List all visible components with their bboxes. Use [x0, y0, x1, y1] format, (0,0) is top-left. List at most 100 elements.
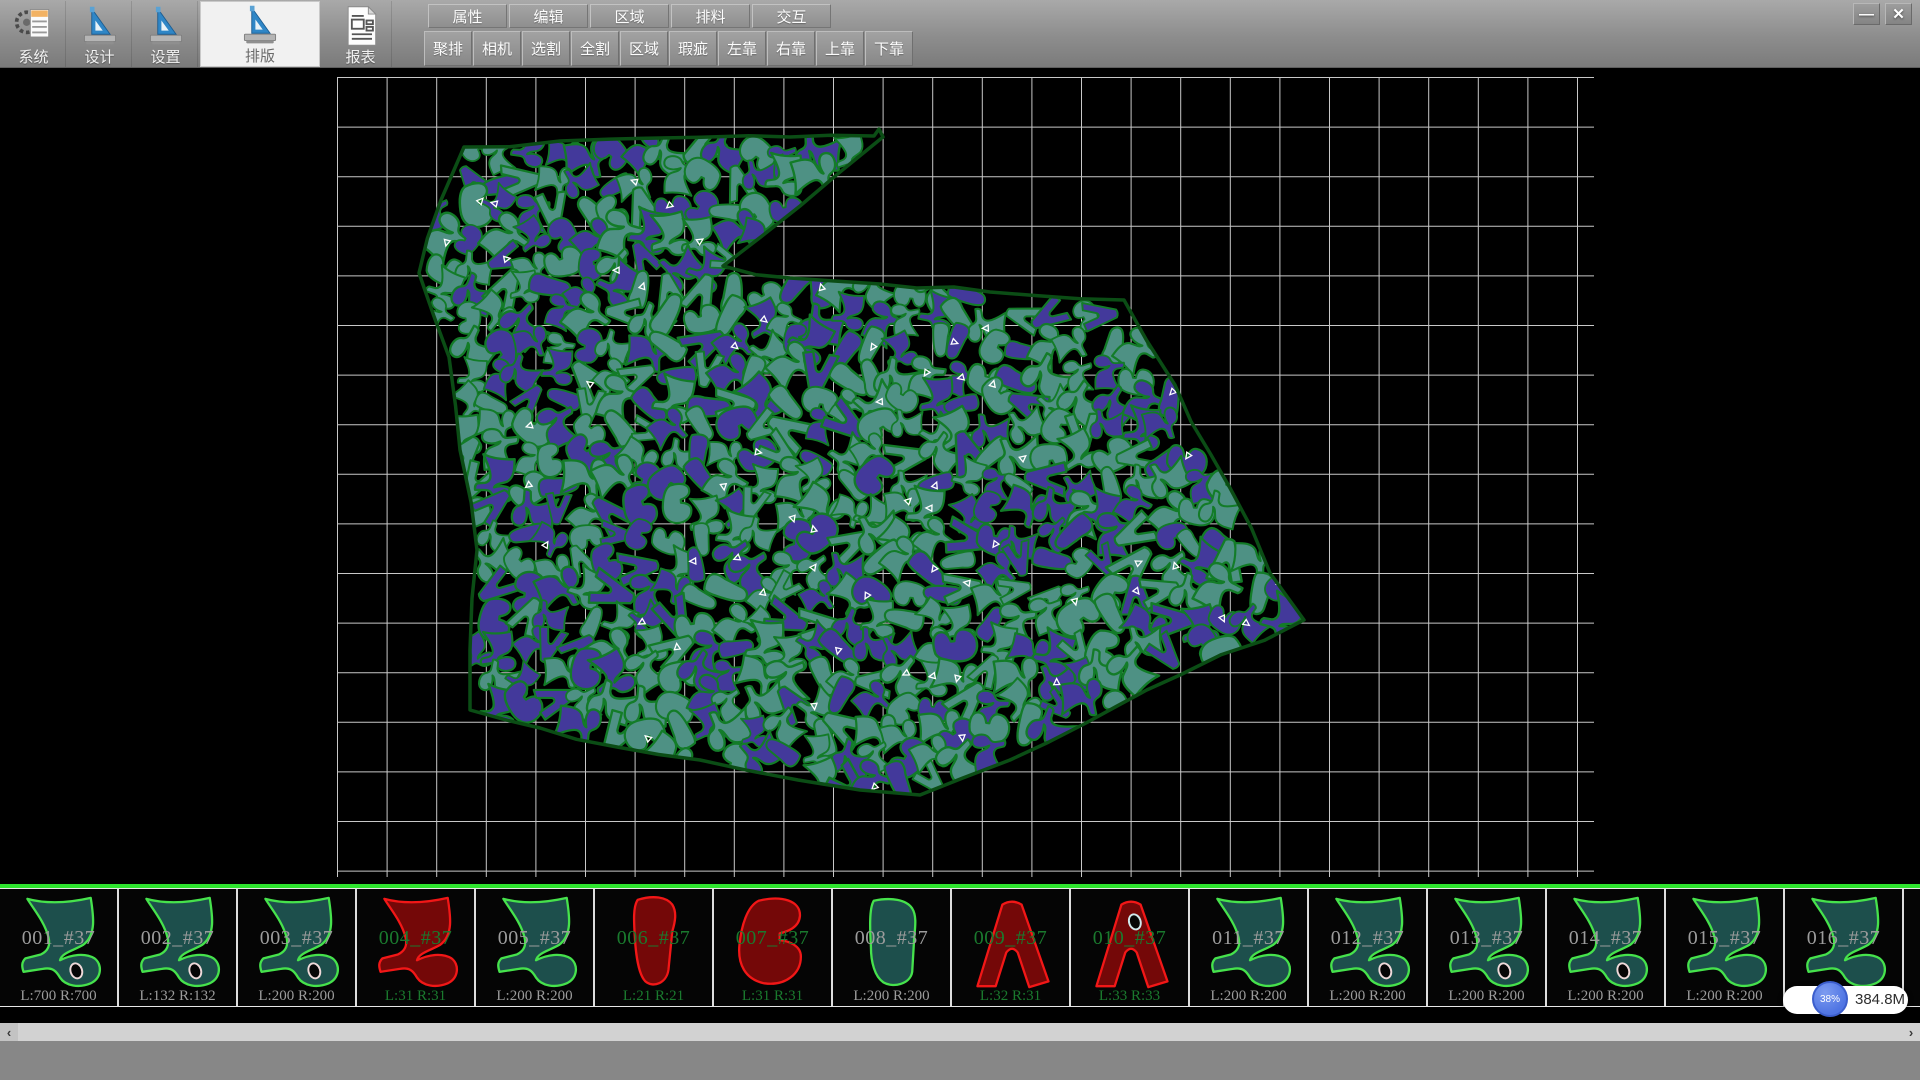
piece-id-label: 006_#37: [595, 927, 712, 950]
piece-thumbnail-014_#37[interactable]: 014_#37 L:200 R:200: [1547, 889, 1666, 1006]
piece-thumbnail-015_#37[interactable]: 015_#37 L:200 R:200: [1666, 889, 1785, 1006]
minimize-icon: —: [1859, 6, 1874, 23]
piece-lr-label: L:200 R:200: [476, 988, 593, 1005]
piece-lr-label: L:200 R:200: [1547, 988, 1664, 1005]
piece-lr-label: L:200 R:200: [238, 988, 355, 1005]
piece-thumbnail-011_#37[interactable]: 011_#37 L:200 R:200: [1190, 889, 1309, 1006]
toolbar-button-5[interactable]: 报表: [330, 1, 392, 67]
minimize-button[interactable]: —: [1853, 3, 1880, 25]
tool-button-5[interactable]: 区域: [620, 31, 668, 66]
menu-tab-4[interactable]: 排料: [671, 4, 750, 28]
piece-id-label: 008_#37: [833, 927, 950, 950]
piece-thumbnail-010_#37[interactable]: 010_#37 L:33 R:33: [1071, 889, 1190, 1006]
scroll-right-icon: ›: [1909, 1025, 1913, 1040]
app-window: 系统设计设置排版报表 属性编辑区域排料交互 聚排相机选割全割区域瑕疵左靠右靠上靠…: [0, 0, 1920, 1080]
piece-id-label: 004_#37: [357, 927, 474, 950]
piece-thumbnail-002_#37[interactable]: 002_#37 L:132 R:132: [119, 889, 238, 1006]
toolbar: 系统设计设置排版报表 属性编辑区域排料交互 聚排相机选割全割区域瑕疵左靠右靠上靠…: [0, 0, 1920, 68]
tool-button-6[interactable]: 瑕疵: [669, 31, 717, 66]
piece-id-label: 003_#37: [238, 927, 355, 950]
set-square-icon: [78, 4, 122, 48]
toolbar-button-2[interactable]: 设计: [68, 1, 132, 67]
piece-id-label: 002_#37: [119, 927, 236, 950]
piece-thumbnail-017_#37[interactable]: 017_#37L:200 R:200: [1904, 889, 1920, 1006]
piece-lr-label: L:21 R:21: [595, 988, 712, 1005]
nesting-canvas[interactable]: [0, 68, 1920, 884]
piece-lr-label: L:33 R:33: [1071, 988, 1188, 1005]
tool-button-10[interactable]: 下靠: [865, 31, 913, 66]
menu-tab-1[interactable]: 属性: [428, 4, 507, 28]
piece-lr-label: L:200 R:200: [1666, 988, 1783, 1005]
piece-thumbnail-012_#37[interactable]: 012_#37 L:200 R:200: [1309, 889, 1428, 1006]
piece-id-label: 015_#37: [1666, 927, 1783, 950]
piece-lr-label: L:32 R:31: [952, 988, 1069, 1005]
tool-button-3[interactable]: 选割: [522, 31, 570, 66]
piece-id-label: 011_#37: [1190, 927, 1307, 950]
menu-tab-5[interactable]: 交互: [752, 4, 831, 28]
piece-thumbnail-013_#37[interactable]: 013_#37 L:200 R:200: [1428, 889, 1547, 1006]
scroll-right-button[interactable]: ›: [1902, 1023, 1920, 1041]
piece-thumbnail-009_#37[interactable]: 009_#37 L:32 R:31: [952, 889, 1071, 1006]
piece-id-label: 013_#37: [1428, 927, 1545, 950]
piece-id-label: 007_#37: [714, 927, 831, 950]
toolbar-button-label: 设置: [150, 49, 180, 67]
piece-thumbnail-008_#37[interactable]: 008_#37 L:200 R:200: [833, 889, 952, 1006]
piece-lr-label: L:200 R:200: [1309, 988, 1426, 1005]
tool-button-7[interactable]: 左靠: [718, 31, 766, 66]
piece-lr-label: L:200 R:200: [1428, 988, 1545, 1005]
piece-thumbnail-006_#37[interactable]: 006_#37 L:21 R:21: [595, 889, 714, 1006]
toolbar-button-label: 设计: [84, 49, 114, 67]
tool-button-4[interactable]: 全割: [571, 31, 619, 66]
report-doc-icon: [339, 4, 383, 48]
piece-lr-label: L:700 R:700: [0, 988, 117, 1005]
tool-button-9[interactable]: 上靠: [816, 31, 864, 66]
piece-thumbnail-cells: 001_#37L:700 R:700002_#37L:132 R:132003_…: [0, 888, 1920, 1007]
piece-id-label: 016_#37: [1785, 927, 1902, 950]
piece-thumbnail-strip: 001_#37L:700 R:700002_#37L:132 R:132003_…: [0, 884, 1920, 1010]
tool-bar: 聚排相机选割全割区域瑕疵左靠右靠上靠下靠: [424, 31, 913, 66]
nesting-canvas-area[interactable]: [0, 68, 1920, 884]
piece-lr-label: L:132 R:132: [119, 988, 236, 1005]
tool-button-2[interactable]: 相机: [473, 31, 521, 66]
progress-percent-badge: 38%: [1812, 981, 1848, 1017]
piece-thumbnail-001_#37[interactable]: 001_#37 L:700 R:700: [0, 889, 119, 1006]
horizontal-scrollbar[interactable]: ‹ ›: [0, 1023, 1920, 1041]
piece-id-label: 009_#37: [952, 927, 1069, 950]
toolbar-button-label: 报表: [345, 49, 375, 67]
piece-id-label: 001_#37: [0, 927, 117, 950]
toolbar-button-label: 系统: [18, 49, 48, 67]
piece-thumbnail-003_#37[interactable]: 003_#37 L:200 R:200: [238, 889, 357, 1006]
close-icon: ✕: [1892, 5, 1905, 23]
piece-lr-label: L:200 R:200: [1190, 988, 1307, 1005]
piece-thumbnail-005_#37[interactable]: 005_#37 L:200 R:200: [476, 889, 595, 1006]
piece-id-label: 010_#37: [1071, 927, 1188, 950]
toolbar-button-label: 排版: [245, 48, 275, 66]
scroll-left-icon: ‹: [7, 1025, 11, 1040]
piece-thumbnail-004_#37[interactable]: 004_#37 L:31 R:31: [357, 889, 476, 1006]
progress-percent: 38%: [1820, 994, 1840, 1005]
piece-lr-label: L:200 R:200: [833, 988, 950, 1005]
tool-button-1[interactable]: 聚排: [424, 31, 472, 66]
piece-id-label: 017_#37: [1904, 927, 1920, 950]
memory-usage: 384.8M: [1855, 991, 1905, 1008]
set-square-icon: [238, 3, 282, 47]
piece-id-label: 005_#37: [476, 927, 593, 950]
piece-id-label: 014_#37: [1547, 927, 1664, 950]
piece-lr-label: L:31 R:31: [714, 988, 831, 1005]
piece-id-label: 012_#37: [1309, 927, 1426, 950]
toolbar-button-3[interactable]: 设置: [134, 1, 198, 67]
piece-thumbnail-007_#37[interactable]: 007_#37 L:31 R:31: [714, 889, 833, 1006]
piece-lr-label: L:31 R:31: [357, 988, 474, 1005]
tool-button-8[interactable]: 右靠: [767, 31, 815, 66]
close-button[interactable]: ✕: [1885, 3, 1912, 25]
toolbar-button-4[interactable]: 排版: [200, 1, 320, 67]
window-footer: [0, 1041, 1920, 1080]
set-square-icon: [144, 4, 188, 48]
menu-tab-3[interactable]: 区域: [590, 4, 669, 28]
menu-tab-2[interactable]: 编辑: [509, 4, 588, 28]
gear-doc-icon: [12, 4, 56, 48]
status-badge: 38% 384.8M: [1783, 986, 1908, 1014]
menu-bar: 属性编辑区域排料交互: [428, 4, 831, 28]
scroll-left-button[interactable]: ‹: [0, 1023, 18, 1041]
toolbar-button-1[interactable]: 系统: [2, 1, 66, 67]
